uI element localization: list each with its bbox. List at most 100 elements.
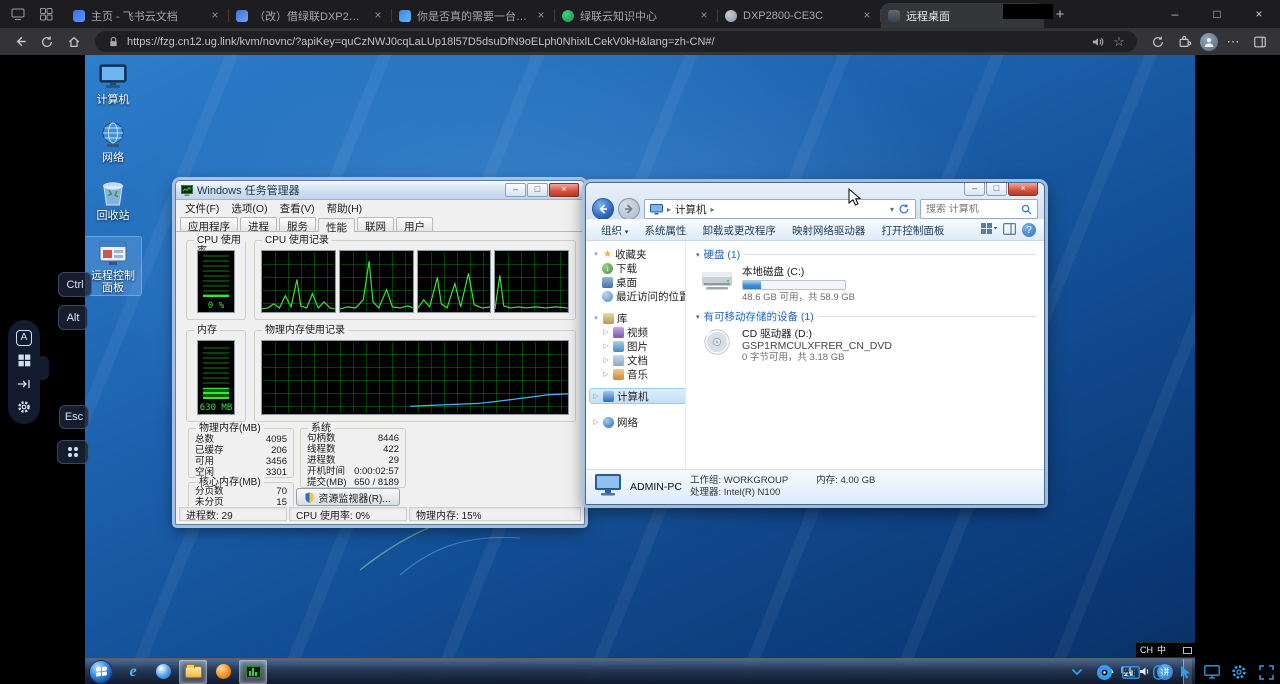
uninstall-button[interactable]: 卸载或更改程序 — [695, 221, 783, 240]
sidebar-computer[interactable]: ▷ 计算机 — [590, 389, 685, 403]
window-minimize-button[interactable]: – — [1154, 0, 1196, 28]
tab-key-icon[interactable] — [14, 374, 34, 394]
maximize-button[interactable]: □ — [527, 183, 548, 197]
taskbar-app-icon[interactable] — [149, 660, 177, 684]
drive-c-item[interactable]: 本地磁盘 (C:) 48.6 GB 可用，共 58.9 GB — [696, 262, 1036, 309]
task-manager-titlebar[interactable]: Windows 任务管理器 – □ × — [176, 181, 584, 200]
tab-close-icon[interactable]: × — [371, 9, 385, 23]
menu-help[interactable]: 帮助(H) — [322, 201, 368, 215]
remote-connection-badge[interactable] — [1094, 662, 1114, 682]
sync-icon[interactable] — [1146, 30, 1170, 54]
tab-services[interactable]: 服务 — [279, 217, 316, 231]
tab-activity-icon[interactable] — [8, 4, 28, 24]
address-bar[interactable]: ☆ — [95, 31, 1137, 52]
map-drive-button[interactable]: 映射网络驱动器 — [785, 221, 873, 240]
search-box[interactable] — [920, 199, 1038, 219]
tab-performance[interactable]: 性能 — [318, 218, 355, 232]
esc-key-button[interactable]: Esc — [59, 405, 89, 429]
resource-monitor-button[interactable]: 资源监视器(R)... — [296, 488, 400, 506]
tab-close-icon[interactable]: × — [860, 9, 874, 23]
minimize-button[interactable]: – — [505, 183, 526, 197]
more-keys-button[interactable] — [57, 440, 89, 464]
extensions-icon[interactable] — [1173, 30, 1197, 54]
browser-tab[interactable]: DXP2800-CE3C × — [718, 3, 881, 28]
mouse-icon[interactable] — [1148, 662, 1168, 682]
start-button[interactable] — [89, 660, 113, 684]
more-menu-icon[interactable]: ⋯ — [1221, 30, 1245, 54]
home-icon[interactable] — [62, 30, 86, 54]
fullscreen-icon[interactable] — [1256, 662, 1276, 682]
forward-button[interactable] — [618, 198, 640, 220]
toolbar-collapse-handle[interactable] — [40, 356, 49, 380]
sidebar-network[interactable]: ▷ 网络 — [590, 415, 685, 429]
taskbar-taskmgr-icon[interactable] — [239, 660, 267, 684]
pointer-icon[interactable] — [1175, 662, 1195, 682]
browser-tab[interactable]: 你是否真的需要一台NAS？… × — [392, 3, 555, 28]
ctrl-key-button[interactable]: Ctrl — [58, 272, 92, 297]
collapse-chevron-icon[interactable] — [1067, 662, 1087, 682]
language-bar[interactable]: CH 中 — [1135, 642, 1195, 658]
menu-file[interactable]: 文件(F) — [180, 201, 224, 215]
sidebar-desktop[interactable]: 桌面 — [590, 275, 685, 289]
tab-close-icon[interactable]: × — [697, 9, 711, 23]
system-properties-button[interactable]: 系统属性 — [637, 221, 693, 240]
sidebar-videos[interactable]: ▷ 视频 — [590, 325, 685, 339]
tab-networking[interactable]: 联网 — [357, 217, 394, 231]
kvm-gear-icon[interactable] — [1229, 662, 1249, 682]
window-close-button[interactable]: × — [1238, 0, 1280, 28]
breadcrumb-bar[interactable]: ▸ 计算机 ▸ ▾ — [644, 199, 916, 219]
favorite-star-icon[interactable]: ☆ — [1111, 34, 1127, 50]
window-maximize-button[interactable]: □ — [1196, 0, 1238, 28]
refresh-icon[interactable] — [35, 30, 59, 54]
win-key-icon[interactable] — [14, 351, 34, 371]
workspaces-icon[interactable] — [36, 4, 56, 24]
cdrom-item[interactable]: CD 驱动器 (D:) GSP1RMCULXFRER_CN_DVD 0 字节可用… — [696, 324, 1036, 369]
close-button[interactable]: × — [549, 183, 579, 197]
keyboard-icon[interactable] — [1121, 662, 1141, 682]
tab-users[interactable]: 用户 — [396, 217, 433, 231]
browser-tab[interactable]: 主页 - 飞书云文档 × — [66, 3, 229, 28]
maximize-button[interactable]: □ — [986, 183, 1007, 196]
sidebar-toggle-icon[interactable] — [1248, 30, 1272, 54]
address-dropdown-icon[interactable]: ▾ — [890, 205, 894, 214]
tab-close-icon[interactable]: × — [534, 9, 548, 23]
organize-button[interactable]: 组织 ▾ — [594, 221, 635, 240]
sidebar-favorites[interactable]: ▾ ★ 收藏夹 — [590, 247, 685, 261]
preview-pane-icon[interactable] — [1003, 223, 1016, 238]
desktop-icon-recycle-bin[interactable]: 回收站 — [85, 177, 141, 223]
taskbar-explorer-icon[interactable] — [179, 660, 207, 684]
desktop-icon-computer[interactable]: 计算机 — [85, 61, 141, 107]
minimize-button[interactable]: – — [964, 183, 985, 196]
sidebar-recent-places[interactable]: 最近访问的位置 — [590, 289, 685, 303]
read-aloud-icon[interactable] — [1089, 34, 1105, 50]
taskbar-media-icon[interactable] — [209, 660, 237, 684]
browser-tab[interactable]: 绿联云知识中心 × — [555, 3, 718, 28]
sidebar-libraries[interactable]: ▾ 库 — [590, 311, 685, 325]
sidebar-pictures[interactable]: ▷ 图片 — [590, 339, 685, 353]
sidebar-music[interactable]: ▷ 音乐 — [590, 367, 685, 381]
breadcrumb-computer[interactable]: 计算机 — [675, 202, 707, 217]
profile-avatar[interactable] — [1200, 33, 1218, 51]
browser-tab[interactable]: （改）借绿联DXP2800，简单… × — [229, 3, 392, 28]
sidebar-downloads[interactable]: ↓ 下载 — [590, 261, 685, 275]
section-harddisks[interactable]: ▾ 硬盘 (1) — [696, 247, 1036, 262]
control-panel-button[interactable]: 打开控制面板 — [874, 221, 951, 240]
desktop-icon-network[interactable]: 网络 — [85, 119, 141, 165]
taskbar-ie-icon[interactable]: e — [119, 660, 147, 684]
menu-view[interactable]: 查看(V) — [275, 201, 320, 215]
change-view-icon[interactable] — [981, 223, 997, 238]
display-icon[interactable] — [1202, 662, 1222, 682]
tab-applications[interactable]: 应用程序 — [180, 217, 238, 231]
keyboard-layout-icon[interactable] — [1183, 647, 1192, 654]
search-input[interactable] — [926, 204, 1017, 215]
lang-indicator[interactable]: CH — [1140, 646, 1153, 655]
back-button[interactable] — [592, 198, 614, 220]
close-button[interactable]: × — [1008, 183, 1038, 196]
remote-desktop-canvas[interactable]: 计算机 网络 回收站 远程控制面板 — [85, 55, 1195, 684]
section-removable[interactable]: ▾ 有可移动存储的设备 (1) — [696, 309, 1036, 324]
back-icon[interactable] — [8, 30, 32, 54]
tab-close-icon[interactable]: × — [208, 9, 222, 23]
letter-key-icon[interactable]: A — [14, 328, 34, 348]
tab-processes[interactable]: 进程 — [240, 217, 277, 231]
refresh-address-icon[interactable] — [898, 203, 910, 215]
